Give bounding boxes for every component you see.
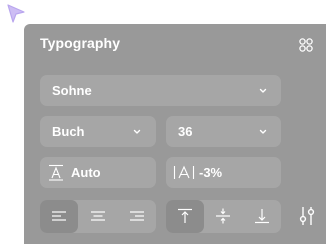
align-center-icon: [91, 211, 105, 221]
align-right-button[interactable]: [118, 200, 156, 233]
font-family-select[interactable]: Sohne: [40, 75, 281, 106]
sliders-icon: [299, 207, 315, 225]
chevron-down-icon: [259, 88, 267, 93]
text-settings-button[interactable]: [295, 204, 319, 228]
letter-spacing-icon: [173, 165, 195, 179]
align-left-icon: [52, 211, 66, 221]
grid-dots-icon: [299, 38, 313, 52]
align-middle-button[interactable]: [204, 200, 242, 233]
panel-title: Typography: [40, 35, 121, 51]
typography-panel: Typography Sohne Buch 36 Auto -3%: [24, 24, 326, 244]
font-family-value: Sohne: [52, 83, 92, 98]
line-height-icon: [49, 164, 63, 181]
letter-spacing-value: -3%: [199, 165, 223, 180]
align-bottom-button[interactable]: [243, 200, 281, 233]
align-bottom-icon: [255, 209, 269, 224]
font-weight-value: Buch: [52, 124, 85, 139]
align-top-button[interactable]: [166, 200, 204, 233]
font-size-value: 36: [178, 124, 193, 139]
line-height-value: Auto: [71, 165, 101, 180]
align-center-button[interactable]: [79, 200, 117, 233]
chevron-down-icon: [133, 129, 141, 134]
cursor-arrow-icon: [5, 2, 27, 26]
align-top-icon: [178, 208, 192, 223]
letter-spacing-input[interactable]: -3%: [166, 157, 281, 188]
text-align-group: [40, 200, 156, 233]
font-size-select[interactable]: 36: [166, 116, 281, 147]
font-weight-select[interactable]: Buch: [40, 116, 156, 147]
align-right-icon: [130, 211, 144, 221]
vertical-align-group: [166, 200, 281, 233]
line-height-input[interactable]: Auto: [40, 157, 156, 188]
align-middle-icon: [216, 208, 230, 224]
chevron-down-icon: [259, 129, 267, 134]
align-left-button[interactable]: [40, 200, 78, 233]
more-options-button[interactable]: [295, 34, 317, 56]
